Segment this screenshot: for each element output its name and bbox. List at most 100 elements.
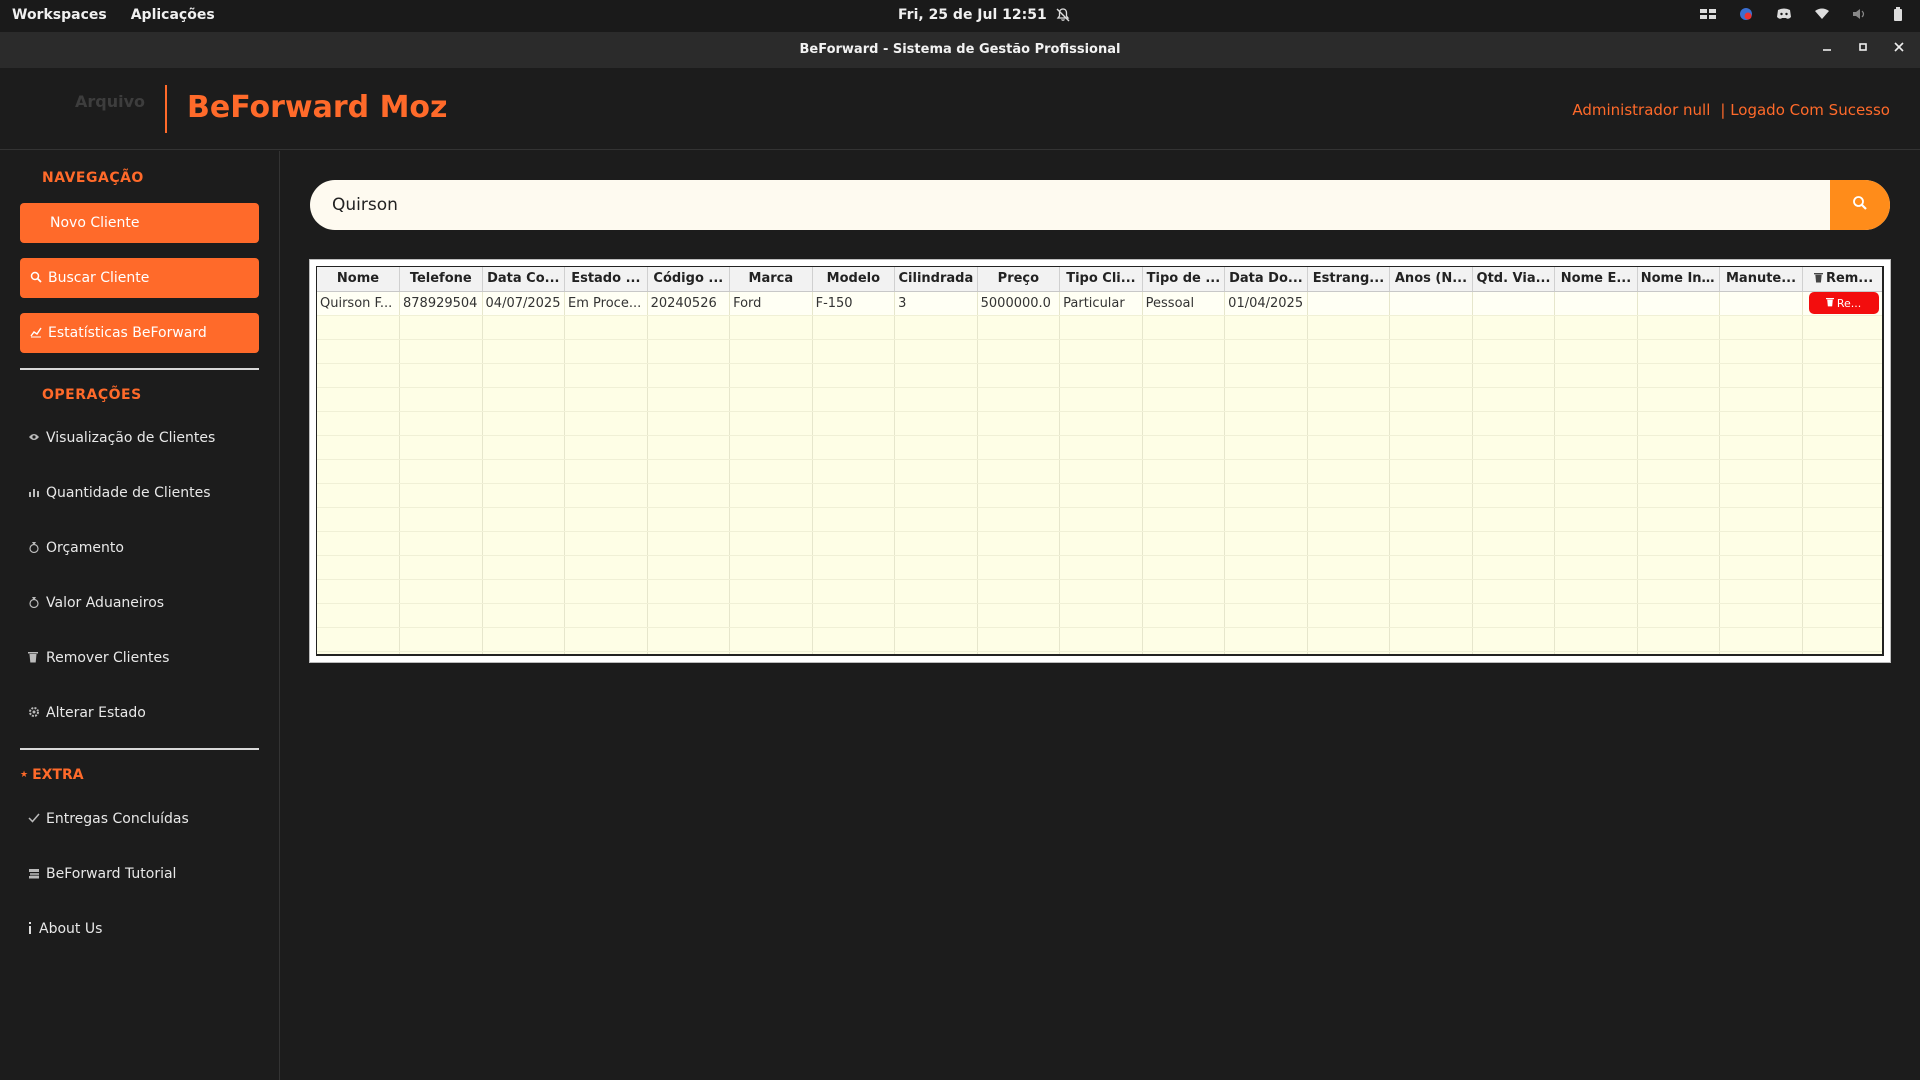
table-cell[interactable] [317,459,401,484]
table-cell[interactable]: 01/04/2025 [1224,291,1308,316]
table-cell[interactable] [647,387,731,412]
table-cell[interactable] [1142,435,1226,460]
table-cell[interactable] [1554,483,1638,508]
table-cell[interactable] [1224,531,1308,556]
table-cell[interactable] [1554,339,1638,364]
table-cell[interactable] [1802,363,1882,388]
table-cell[interactable] [812,603,896,628]
table-cell[interactable]: 5000000.0 [977,291,1061,316]
table-cell[interactable] [1142,651,1226,654]
table-cell[interactable] [399,459,483,484]
table-cell[interactable] [1637,411,1721,436]
table-cell[interactable] [1554,627,1638,652]
table-cell[interactable]: Quirson F... [317,291,401,316]
sidebar-item-budget[interactable]: Orçamento [28,540,124,556]
table-cell[interactable] [1142,603,1226,628]
table-cell[interactable] [812,387,896,412]
table-cell[interactable] [1059,435,1143,460]
table-cell[interactable] [564,411,648,436]
table-cell[interactable] [729,555,813,580]
table-cell[interactable] [812,339,896,364]
table-cell[interactable] [1389,651,1473,654]
table-cell[interactable] [1389,459,1473,484]
table-cell[interactable] [1307,555,1391,580]
window-title-bar[interactable]: BeForward - Sistema de Gestão Profission… [0,32,1920,68]
notifications-muted-icon[interactable] [1055,7,1071,23]
sidebar-item-remove-clients[interactable]: Remover Clientes [28,650,169,666]
table-row[interactable]: Quirson F... 878929504 04/07/2025 Em Proce.… [317,291,1882,316]
table-cell[interactable] [1142,483,1226,508]
table-cell[interactable] [1472,387,1556,412]
table-cell[interactable] [564,555,648,580]
sidebar-item-about[interactable]: About Us [28,921,102,937]
table-cell[interactable] [399,651,483,654]
table-cell[interactable] [1802,603,1882,628]
table-cell[interactable] [317,339,401,364]
table-cell[interactable] [1637,483,1721,508]
table-cell[interactable] [977,603,1061,628]
table-row-empty[interactable] [317,507,1882,532]
table-cell[interactable] [1554,555,1638,580]
table-cell[interactable] [1142,555,1226,580]
table-cell[interactable] [729,435,813,460]
table-cell[interactable] [1802,459,1882,484]
table-cell[interactable] [1802,411,1882,436]
table-cell[interactable]: 04/07/2025 [482,291,566,316]
table-cell[interactable] [1142,579,1226,604]
table-cell[interactable] [1307,363,1391,388]
table-cell[interactable] [1307,651,1391,654]
column-header[interactable]: Telefone [399,267,483,292]
table-cell[interactable] [1719,627,1803,652]
table-cell[interactable] [1059,411,1143,436]
table-cell[interactable] [1719,507,1803,532]
table-cell[interactable] [482,459,566,484]
table-cell[interactable] [1224,387,1308,412]
table-cell[interactable] [1472,315,1556,340]
table-cell[interactable]: Particular [1059,291,1143,316]
table-cell[interactable] [482,483,566,508]
table-cell[interactable] [1142,411,1226,436]
column-header[interactable]: Data Co... [482,267,566,292]
column-header[interactable]: Estrang... [1307,267,1391,292]
table-cell[interactable]: Pessoal [1142,291,1226,316]
table-cell[interactable] [564,339,648,364]
table-cell[interactable] [1637,435,1721,460]
table-cell[interactable] [399,387,483,412]
table-cell[interactable] [977,579,1061,604]
table-cell[interactable] [1637,531,1721,556]
table-cell[interactable] [1637,651,1721,654]
table-cell[interactable] [1554,291,1638,316]
discord-icon[interactable] [1776,6,1792,22]
column-header[interactable]: Anos (N... [1389,267,1473,292]
table-cell[interactable] [977,363,1061,388]
table-cell[interactable] [1554,315,1638,340]
table-cell[interactable] [977,387,1061,412]
column-header[interactable]: Data Do... [1224,267,1308,292]
table-cell[interactable] [1719,579,1803,604]
table-cell[interactable] [1719,291,1803,316]
table-cell[interactable] [1554,603,1638,628]
table-cell[interactable] [894,435,978,460]
table-cell[interactable] [812,579,896,604]
table-cell[interactable] [1307,483,1391,508]
table-cell[interactable] [1142,315,1226,340]
table-cell[interactable] [894,459,978,484]
table-cell[interactable] [1802,579,1882,604]
table-cell[interactable] [399,507,483,532]
table-cell[interactable] [317,387,401,412]
table-cell[interactable] [564,579,648,604]
sidebar-item-tutorial[interactable]: BeForward Tutorial [28,866,176,882]
table-cell[interactable] [729,363,813,388]
table-row-empty[interactable] [317,531,1882,556]
table-cell[interactable] [647,627,731,652]
table-cell[interactable] [1719,339,1803,364]
table-cell[interactable] [1472,531,1556,556]
window-switcher-icon[interactable] [1700,6,1716,22]
maximize-icon[interactable] [1856,41,1870,55]
sidebar-item-customs-value[interactable]: Valor Aduaneiros [28,595,164,611]
table-cell[interactable] [1719,411,1803,436]
table-row-empty[interactable] [317,387,1882,412]
table-cell[interactable]: 20240526 [647,291,731,316]
table-cell[interactable] [1554,363,1638,388]
close-icon[interactable] [1892,41,1906,55]
